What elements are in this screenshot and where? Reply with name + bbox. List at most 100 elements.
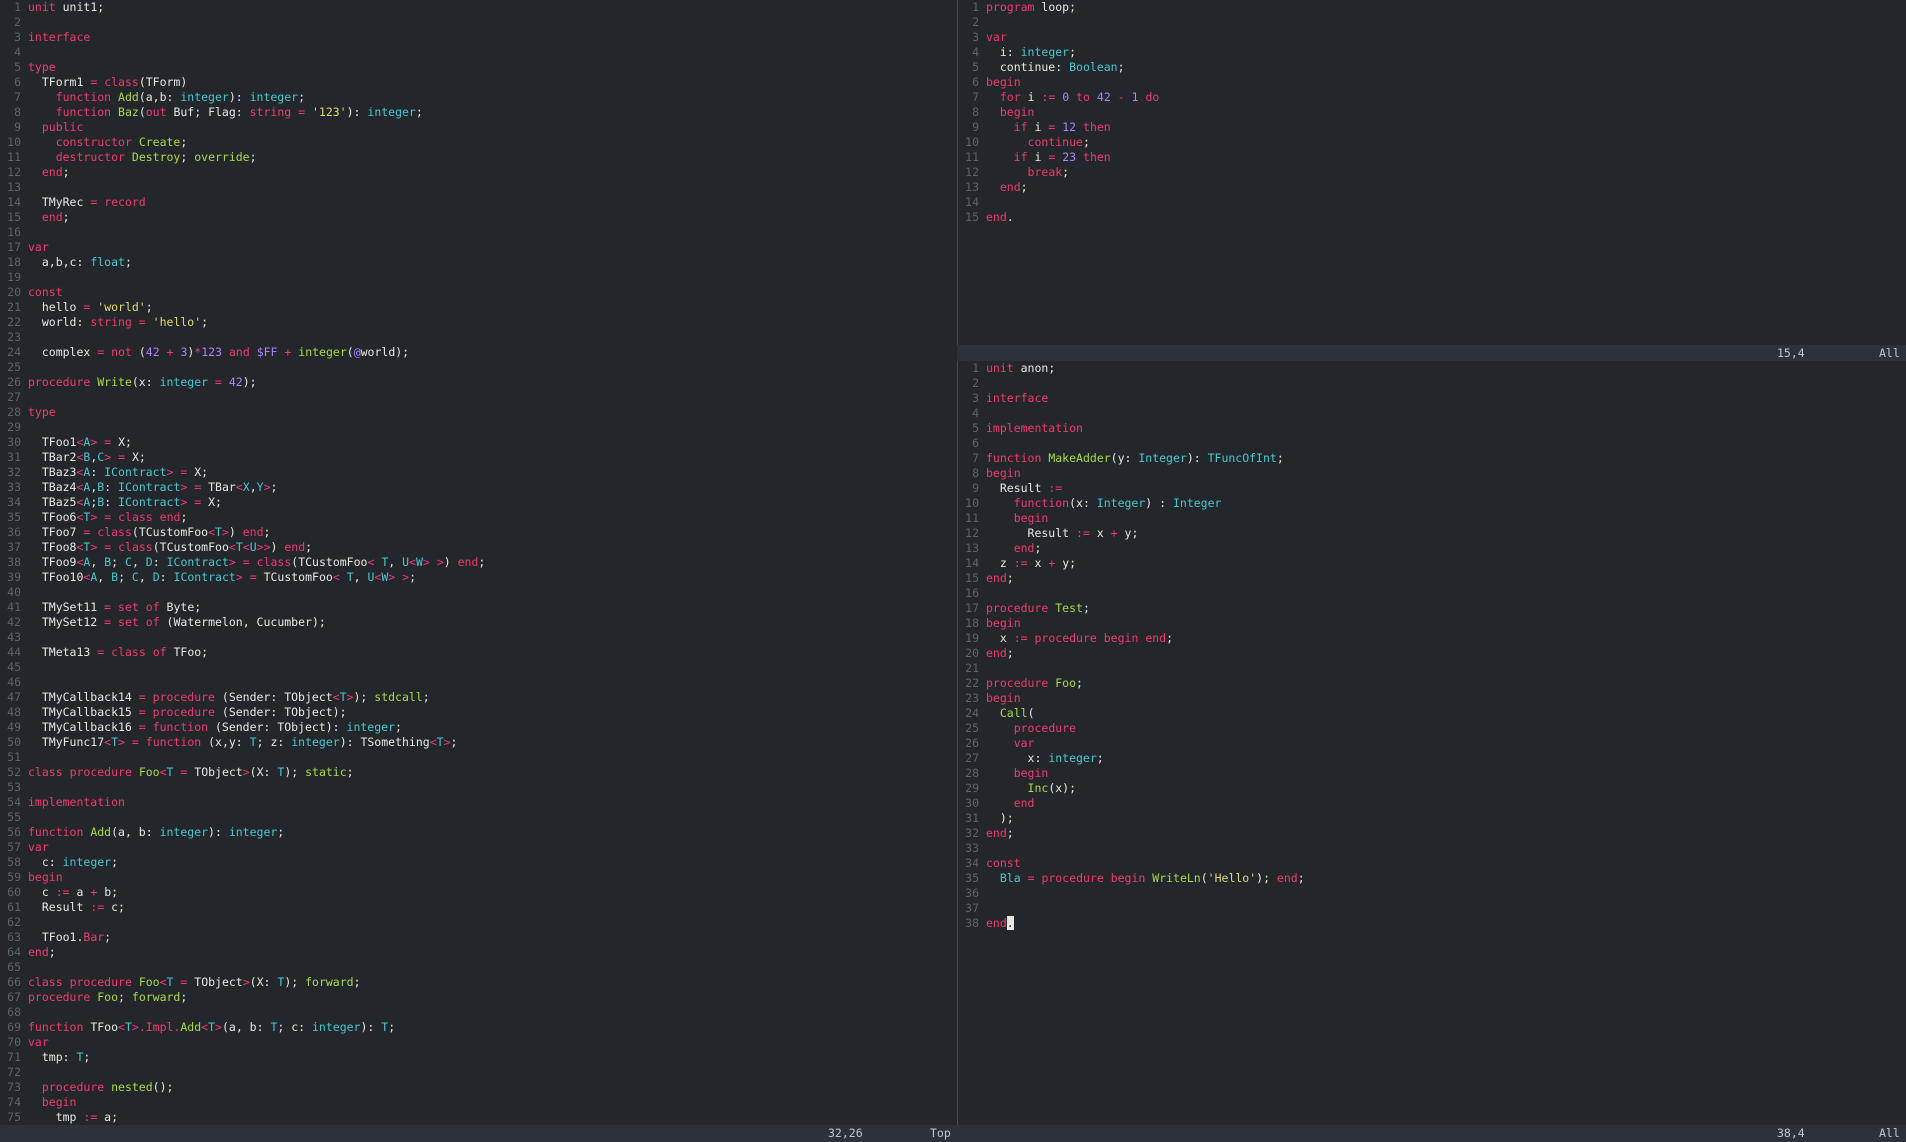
code-line[interactable]: 20end; bbox=[958, 646, 1906, 661]
code-line[interactable]: 1unit anon; bbox=[958, 361, 1906, 376]
code-line[interactable]: 20const bbox=[0, 285, 957, 300]
code-line[interactable]: 53 bbox=[0, 780, 957, 795]
code-line[interactable]: 15 end; bbox=[0, 210, 957, 225]
code-line[interactable]: 64end; bbox=[0, 945, 957, 960]
code-line[interactable]: 7function MakeAdder(y: Integer): TFuncOf… bbox=[958, 451, 1906, 466]
code-line[interactable]: 12 break; bbox=[958, 165, 1906, 180]
code-line[interactable]: 54implementation bbox=[0, 795, 957, 810]
code-line[interactable]: 40 bbox=[0, 585, 957, 600]
code-line[interactable]: 12 Result := x + y; bbox=[958, 526, 1906, 541]
code-line[interactable]: 18 a,b,c: float; bbox=[0, 255, 957, 270]
code-line[interactable]: 31 TBar2<B,C> = X; bbox=[0, 450, 957, 465]
code-line[interactable]: 43 bbox=[0, 630, 957, 645]
code-line[interactable]: 34 TBaz5<A;B: IContract> = X; bbox=[0, 495, 957, 510]
code-line[interactable]: 32 TBaz3<A: IContract> = X; bbox=[0, 465, 957, 480]
code-line[interactable]: 19 bbox=[0, 270, 957, 285]
code-line[interactable]: 15end. bbox=[958, 210, 1906, 225]
code-line[interactable]: 6 bbox=[958, 436, 1906, 451]
code-line[interactable]: 70var bbox=[0, 1035, 957, 1050]
code-line[interactable]: 36 bbox=[958, 886, 1906, 901]
code-line[interactable]: 41 TMySet11 = set of Byte; bbox=[0, 600, 957, 615]
code-line[interactable]: 60 c := a + b; bbox=[0, 885, 957, 900]
code-line[interactable]: 16 bbox=[958, 586, 1906, 601]
code-line[interactable]: 14 bbox=[958, 195, 1906, 210]
code-line[interactable]: 44 TMeta13 = class of TFoo; bbox=[0, 645, 957, 660]
code-line[interactable]: 22procedure Foo; bbox=[958, 676, 1906, 691]
code-line[interactable]: 3interface bbox=[958, 391, 1906, 406]
code-line[interactable]: 48 TMyCallback15 = procedure (Sender: TO… bbox=[0, 705, 957, 720]
code-line[interactable]: 36 TFoo7 = class(TCustomFoo<T>) end; bbox=[0, 525, 957, 540]
code-line[interactable]: 63 TFoo1.Bar; bbox=[0, 930, 957, 945]
code-line[interactable]: 17procedure Test; bbox=[958, 601, 1906, 616]
code-line[interactable]: 27 bbox=[0, 390, 957, 405]
code-line[interactable]: 28 begin bbox=[958, 766, 1906, 781]
code-line[interactable]: 21 bbox=[958, 661, 1906, 676]
code-line[interactable]: 59begin bbox=[0, 870, 957, 885]
code-line[interactable]: 26procedure Write(x: integer = 42); bbox=[0, 375, 957, 390]
code-line[interactable]: 14 z := x + y; bbox=[958, 556, 1906, 571]
editor-pane-anon[interactable]: 1unit anon;23interface45implementation67… bbox=[957, 361, 1906, 1125]
code-line[interactable]: 9 if i = 12 then bbox=[958, 120, 1906, 135]
code-line[interactable]: 23begin bbox=[958, 691, 1906, 706]
code-line[interactable]: 35 TFoo6<T> = class end; bbox=[0, 510, 957, 525]
code-line[interactable]: 17var bbox=[0, 240, 957, 255]
code-line[interactable]: 66class procedure Foo<T = TObject>(X: T)… bbox=[0, 975, 957, 990]
code-line[interactable]: 5implementation bbox=[958, 421, 1906, 436]
code-line[interactable]: 13 end; bbox=[958, 180, 1906, 195]
code-line[interactable]: 6 TForm1 = class(TForm) bbox=[0, 75, 957, 90]
code-line[interactable]: 10 function(x: Integer) : Integer bbox=[958, 496, 1906, 511]
code-line[interactable]: 8 function Baz(out Buf; Flag: string = '… bbox=[0, 105, 957, 120]
code-line[interactable]: 39 TFoo10<A, B; C, D: IContract> = TCust… bbox=[0, 570, 957, 585]
code-line[interactable]: 9 Result := bbox=[958, 481, 1906, 496]
code-line[interactable]: 11 if i = 23 then bbox=[958, 150, 1906, 165]
code-line[interactable]: 4 i: integer; bbox=[958, 45, 1906, 60]
code-line[interactable]: 74 begin bbox=[0, 1095, 957, 1110]
code-line[interactable]: 9 public bbox=[0, 120, 957, 135]
code-line[interactable]: 57var bbox=[0, 840, 957, 855]
code-line[interactable]: 7 function Add(a,b: integer): integer; bbox=[0, 90, 957, 105]
code-line[interactable]: 22 world: string = 'hello'; bbox=[0, 315, 957, 330]
code-line[interactable]: 30 end bbox=[958, 796, 1906, 811]
code-line[interactable]: 16 bbox=[0, 225, 957, 240]
code-line[interactable]: 33 TBaz4<A,B: IContract> = TBar<X,Y>; bbox=[0, 480, 957, 495]
code-line[interactable]: 2 bbox=[958, 376, 1906, 391]
code-line[interactable]: 6begin bbox=[958, 75, 1906, 90]
code-line[interactable]: 68 bbox=[0, 1005, 957, 1020]
code-line[interactable]: 15end; bbox=[958, 571, 1906, 586]
code-line[interactable]: 58 c: integer; bbox=[0, 855, 957, 870]
code-line[interactable]: 5 continue: Boolean; bbox=[958, 60, 1906, 75]
code-line[interactable]: 56function Add(a, b: integer): integer; bbox=[0, 825, 957, 840]
editor-pane-loop[interactable]: 1program loop;23var4 i: integer;5 contin… bbox=[957, 0, 1906, 345]
code-line[interactable]: 37 TFoo8<T> = class(TCustomFoo<T<U>>) en… bbox=[0, 540, 957, 555]
code-line[interactable]: 8begin bbox=[958, 466, 1906, 481]
code-line[interactable]: 62 bbox=[0, 915, 957, 930]
editor-pane-foo[interactable]: 1unit unit1;23interface45type6 TForm1 = … bbox=[0, 0, 957, 1125]
code-line[interactable]: 26 var bbox=[958, 736, 1906, 751]
code-line[interactable]: 71 tmp: T; bbox=[0, 1050, 957, 1065]
code-line[interactable]: 13 end; bbox=[958, 541, 1906, 556]
code-line[interactable]: 75 tmp := a; bbox=[0, 1110, 957, 1125]
code-line[interactable]: 11 begin bbox=[958, 511, 1906, 526]
code-line[interactable]: 29 Inc(x); bbox=[958, 781, 1906, 796]
code-line[interactable]: 38end. bbox=[958, 916, 1906, 931]
code-line[interactable]: 28type bbox=[0, 405, 957, 420]
code-line[interactable]: 51 bbox=[0, 750, 957, 765]
code-line[interactable]: 34const bbox=[958, 856, 1906, 871]
code-line[interactable]: 24 complex = not (42 + 3)*123 and $FF + … bbox=[0, 345, 957, 360]
code-line[interactable]: 2 bbox=[0, 15, 957, 30]
code-line[interactable]: 67procedure Foo; forward; bbox=[0, 990, 957, 1005]
code-line[interactable]: 52class procedure Foo<T = TObject>(X: T)… bbox=[0, 765, 957, 780]
code-line[interactable]: 25 bbox=[0, 360, 957, 375]
code-line[interactable]: 69function TFoo<T>.Impl.Add<T>(a, b: T; … bbox=[0, 1020, 957, 1035]
code-line[interactable]: 61 Result := c; bbox=[0, 900, 957, 915]
code-line[interactable]: 33 bbox=[958, 841, 1906, 856]
code-line[interactable]: 31 ); bbox=[958, 811, 1906, 826]
code-line[interactable]: 13 bbox=[0, 180, 957, 195]
code-line[interactable]: 42 TMySet12 = set of (Watermelon, Cucumb… bbox=[0, 615, 957, 630]
code-line[interactable]: 65 bbox=[0, 960, 957, 975]
code-line[interactable]: 1program loop; bbox=[958, 0, 1906, 15]
code-line[interactable]: 12 end; bbox=[0, 165, 957, 180]
code-line[interactable]: 4 bbox=[958, 406, 1906, 421]
code-line[interactable]: 49 TMyCallback16 = function (Sender: TOb… bbox=[0, 720, 957, 735]
code-line[interactable]: 3interface bbox=[0, 30, 957, 45]
